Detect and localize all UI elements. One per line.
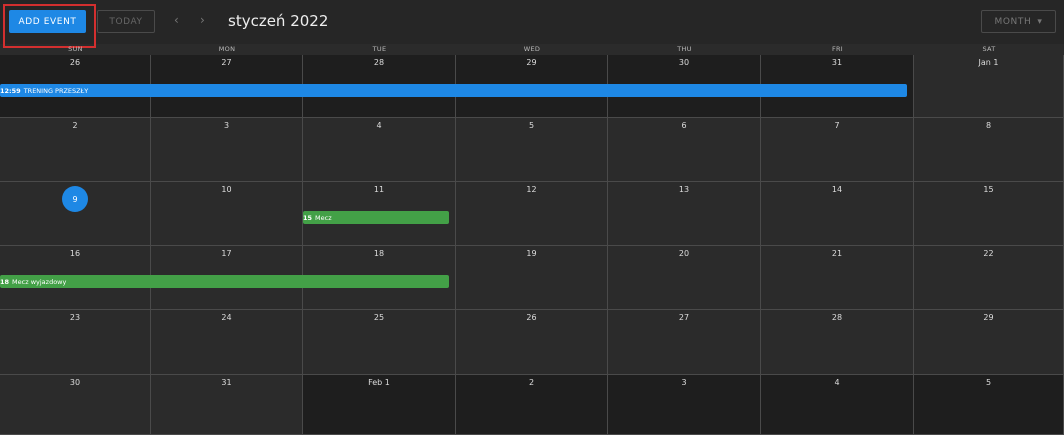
- day-cell[interactable]: 31: [151, 375, 303, 435]
- event-title: TRENING PRZESZŁY: [23, 86, 89, 95]
- day-number[interactable]: 8: [914, 121, 1063, 130]
- add-event-button[interactable]: ADD EVENT: [9, 10, 86, 33]
- chevron-right-icon[interactable]: ›: [200, 13, 205, 27]
- day-number[interactable]: 16: [0, 249, 150, 258]
- day-number[interactable]: 29: [914, 313, 1063, 322]
- day-cell[interactable]: 4: [303, 118, 456, 182]
- day-number[interactable]: 12: [456, 185, 607, 194]
- day-number[interactable]: 2: [0, 121, 150, 130]
- day-number[interactable]: 20: [608, 249, 760, 258]
- weekday-tue: TUE: [372, 45, 387, 53]
- day-cell[interactable]: 10: [151, 182, 303, 246]
- event-time: 12:59: [0, 86, 21, 95]
- calendar-toolbar: ADD EVENT TODAY ‹ › styczeń 2022 MONTH ▾: [0, 0, 1064, 48]
- day-number[interactable]: 22: [914, 249, 1063, 258]
- weekday-fri: FRI: [831, 45, 844, 53]
- day-cell[interactable]: 23: [0, 310, 151, 375]
- event-time: 18: [0, 277, 10, 286]
- day-number[interactable]: 11: [303, 185, 455, 194]
- day-cell[interactable]: 6: [608, 118, 761, 182]
- day-cell[interactable]: 9: [0, 182, 151, 246]
- day-cell[interactable]: 14: [761, 182, 914, 246]
- day-cell[interactable]: 7: [761, 118, 914, 182]
- day-cell[interactable]: 13: [608, 182, 761, 246]
- day-cell[interactable]: 2: [0, 118, 151, 182]
- day-number[interactable]: 18: [303, 249, 455, 258]
- day-cell[interactable]: Jan 1: [914, 55, 1064, 118]
- day-cell[interactable]: 22: [914, 246, 1064, 310]
- chevron-left-icon[interactable]: ‹: [174, 13, 179, 27]
- day-number[interactable]: 2: [456, 378, 607, 387]
- weekday-sun: SUN: [68, 45, 83, 53]
- event-title: Mecz wyjazdowy: [12, 277, 67, 286]
- day-number[interactable]: 5: [914, 378, 1063, 387]
- weekday-thu: THU: [677, 45, 692, 53]
- day-cell[interactable]: 28: [761, 310, 914, 375]
- day-number[interactable]: 28: [303, 58, 455, 67]
- day-number[interactable]: 26: [0, 58, 150, 67]
- day-number[interactable]: 14: [761, 185, 913, 194]
- calendar-event[interactable]: 15 Mecz: [303, 211, 449, 224]
- chevron-down-icon: ▾: [1037, 16, 1043, 27]
- weekday-wed: WED: [523, 45, 541, 53]
- day-number[interactable]: 30: [0, 378, 150, 387]
- day-number[interactable]: 3: [608, 378, 760, 387]
- event-time: 15: [303, 213, 313, 222]
- day-cell[interactable]: 3: [608, 375, 761, 435]
- day-cell[interactable]: 4: [761, 375, 914, 435]
- event-title: Mecz: [315, 213, 332, 222]
- today-indicator[interactable]: 9: [62, 186, 88, 212]
- day-cell[interactable]: 19: [456, 246, 608, 310]
- day-number[interactable]: 29: [456, 58, 607, 67]
- weekday-mon: MON: [218, 45, 236, 53]
- view-select-label: MONTH: [994, 16, 1032, 27]
- day-cell[interactable]: 3: [151, 118, 303, 182]
- month-title: styczeń 2022: [228, 12, 329, 30]
- day-number[interactable]: 10: [151, 185, 302, 194]
- day-cell[interactable]: 25: [303, 310, 456, 375]
- day-number[interactable]: 27: [608, 313, 760, 322]
- day-number[interactable]: 25: [303, 313, 455, 322]
- day-number[interactable]: 31: [761, 58, 913, 67]
- view-select[interactable]: MONTH ▾: [981, 10, 1056, 33]
- day-number[interactable]: 4: [761, 378, 913, 387]
- day-number[interactable]: 3: [151, 121, 302, 130]
- day-number[interactable]: 7: [761, 121, 913, 130]
- day-cell[interactable]: 2: [456, 375, 608, 435]
- day-number[interactable]: 19: [456, 249, 607, 258]
- calendar-event[interactable]: 18 Mecz wyjazdowy: [0, 275, 449, 288]
- day-cell[interactable]: Feb 1: [303, 375, 456, 435]
- day-cell[interactable]: 5: [914, 375, 1064, 435]
- day-number[interactable]: 30: [608, 58, 760, 67]
- day-number[interactable]: 21: [761, 249, 913, 258]
- day-cell[interactable]: 26: [456, 310, 608, 375]
- day-number[interactable]: 6: [608, 121, 760, 130]
- day-cell[interactable]: 20: [608, 246, 761, 310]
- day-number[interactable]: 15: [914, 185, 1063, 194]
- day-cell[interactable]: 29: [914, 310, 1064, 375]
- day-cell[interactable]: 5: [456, 118, 608, 182]
- day-number[interactable]: 27: [151, 58, 302, 67]
- day-number[interactable]: Feb 1: [303, 378, 455, 387]
- day-number[interactable]: 24: [151, 313, 302, 322]
- day-number[interactable]: 13: [608, 185, 760, 194]
- today-button[interactable]: TODAY: [97, 10, 155, 33]
- day-number[interactable]: 5: [456, 121, 607, 130]
- day-cell[interactable]: 30: [0, 375, 151, 435]
- day-number[interactable]: 26: [456, 313, 607, 322]
- day-number[interactable]: 28: [761, 313, 913, 322]
- day-cell[interactable]: 27: [608, 310, 761, 375]
- day-number[interactable]: Jan 1: [914, 58, 1063, 67]
- weekday-sat: SAT: [982, 45, 996, 53]
- day-cell[interactable]: 24: [151, 310, 303, 375]
- calendar-event[interactable]: 12:59 TRENING PRZESZŁY: [0, 84, 907, 97]
- day-number[interactable]: 4: [303, 121, 455, 130]
- day-number[interactable]: 17: [151, 249, 302, 258]
- day-number[interactable]: 31: [151, 378, 302, 387]
- day-cell[interactable]: 12: [456, 182, 608, 246]
- day-cell[interactable]: 15: [914, 182, 1064, 246]
- day-number[interactable]: 23: [0, 313, 150, 322]
- day-cell[interactable]: 21: [761, 246, 914, 310]
- day-cell[interactable]: 8: [914, 118, 1064, 182]
